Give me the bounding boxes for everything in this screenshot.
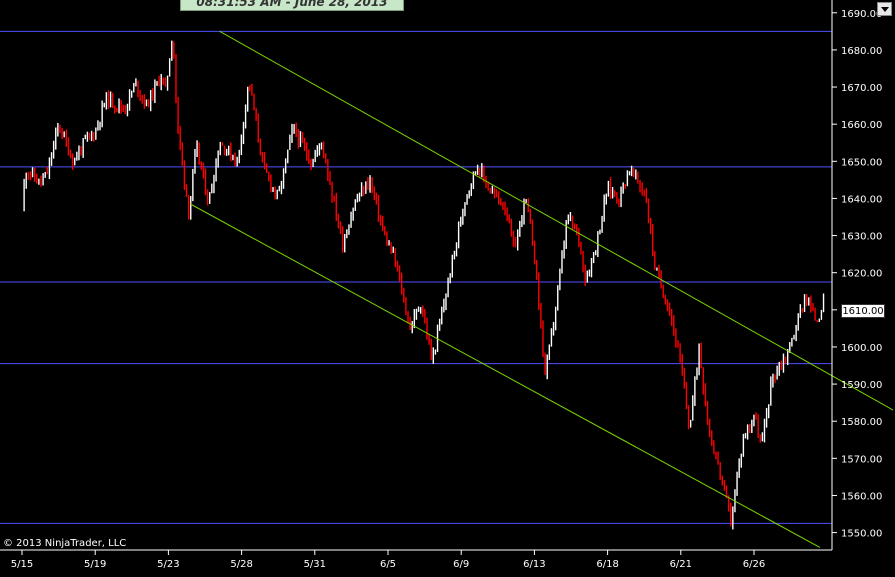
price-chart[interactable]: 1550.00 1560.00 1570.00 1580.00 1590.00 1600.…	[0, 0, 895, 577]
x-tick-label: 6/21	[670, 559, 692, 570]
y-tick-label: 1680.00	[841, 46, 882, 57]
copyright-text: © 2013 NinjaTrader, LLC	[3, 538, 127, 549]
y-tick-label: 1600.00	[841, 343, 882, 354]
x-tick-label: 5/23	[157, 559, 179, 570]
x-tick-label: 5/19	[84, 559, 106, 570]
x-tick-label: 6/26	[743, 559, 765, 570]
y-tick-label: 1660.00	[841, 120, 882, 131]
y-tick-label: 1640.00	[841, 194, 882, 205]
x-tick-label: 5/28	[230, 559, 252, 570]
y-tick-label: 1650.00	[841, 157, 882, 168]
chevron-down-icon[interactable]	[877, 2, 892, 16]
y-tick-label: 1630.00	[841, 232, 882, 243]
x-tick-label: 6/18	[596, 559, 618, 570]
y-tick-label: 1590.00	[841, 380, 882, 391]
x-tick-label: 5/31	[304, 559, 326, 570]
y-tick-label: 1670.00	[841, 83, 882, 94]
y-tick-label: 1580.00	[841, 417, 882, 428]
x-tick-label: 6/13	[523, 559, 545, 570]
y-tick-label: 1620.00	[841, 269, 882, 280]
current-price-marker: 1610.00	[841, 304, 885, 318]
y-tick-label: 1570.00	[841, 454, 882, 465]
x-tick-label: 6/5	[380, 559, 396, 570]
y-tick-label: 1550.00	[841, 529, 882, 540]
y-tick-label: 1560.00	[841, 491, 882, 502]
x-tick-label: 6/9	[453, 559, 469, 570]
timestamp-label: 08:31:53 AM - June 28, 2013	[180, 0, 404, 11]
x-tick-label: 5/15	[11, 559, 33, 570]
